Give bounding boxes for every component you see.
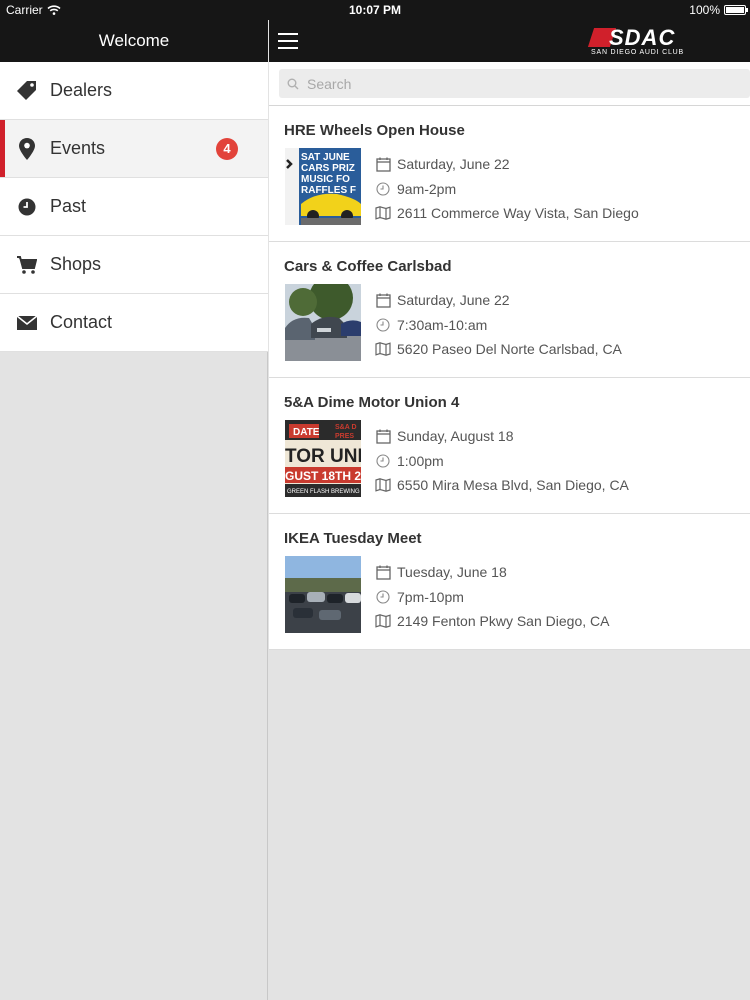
event-date-text: Saturday, June 22 [397, 292, 510, 309]
calendar-icon [375, 564, 391, 580]
event-title: 5&A Dime Motor Union 4 [284, 394, 460, 411]
map-pin-icon [16, 137, 38, 160]
calendar-icon [375, 428, 391, 444]
event-title: Cars & Coffee Carlsbad [284, 258, 452, 275]
logo-text: SDAC [609, 25, 676, 50]
event-time: 9am-2pm [375, 177, 639, 202]
map-icon [375, 205, 391, 221]
event-row[interactable]: Cars & Coffee Carlsbad Saturday, June 22… [269, 242, 750, 378]
cart-icon [16, 254, 38, 276]
sidebar-item-events[interactable]: Events 4 [0, 120, 268, 178]
events-list: HRE Wheels Open House SAT JUNE CARS PRIZ… [269, 106, 750, 650]
event-row[interactable]: HRE Wheels Open House SAT JUNE CARS PRIZ… [269, 106, 750, 242]
event-date-text: Saturday, June 22 [397, 156, 510, 173]
sidebar-item-label: Events [50, 138, 106, 158]
menu-icon[interactable] [278, 33, 298, 49]
calendar-icon [375, 292, 391, 308]
event-row[interactable]: IKEA Tuesday Meet Tuesday, June 18 7pm-1… [269, 514, 750, 650]
event-date: Saturday, June 22 [375, 288, 622, 313]
thumb-text: DATE [293, 427, 320, 438]
sdac-logo: SDAC SAN DIEGO AUDI CLUB [587, 25, 699, 59]
event-location: 2149 Fenton Pkwy San Diego, CA [375, 609, 609, 634]
sidebar-title: Welcome [0, 20, 268, 62]
event-details: Saturday, June 22 7:30am-10:am 5620 Pase… [375, 288, 622, 362]
event-time: 7pm-10pm [375, 585, 609, 610]
thumb-text: GUST 18TH 2 [285, 469, 361, 483]
event-location: 6550 Mira Mesa Blvd, San Diego, CA [375, 473, 629, 498]
event-date-text: Sunday, August 18 [397, 428, 514, 445]
event-time-text: 7:30am-10:am [397, 316, 488, 333]
battery-label: 100% [689, 3, 720, 17]
clock-icon [375, 317, 391, 333]
sidebar-item-label: Past [50, 196, 87, 216]
event-location: 2611 Commerce Way Vista, San Diego [375, 201, 639, 226]
event-title: IKEA Tuesday Meet [284, 530, 422, 547]
event-thumbnail [285, 284, 361, 361]
clock-icon [375, 181, 391, 197]
event-time: 1:00pm [375, 449, 629, 474]
clock-icon [375, 453, 391, 469]
thumb-text: TOR UNIO [285, 446, 361, 467]
status-time: 10:07 PM [348, 3, 402, 17]
logo-subtitle: SAN DIEGO AUDI CLUB [591, 49, 684, 56]
event-location-text: 5620 Paseo Del Norte Carlsbad, CA [397, 341, 622, 358]
event-thumbnail: SAT JUNE CARS PRIZ MUSIC FO RAFFLES F [285, 148, 361, 225]
event-time-text: 9am-2pm [397, 180, 457, 197]
sidebar-menu: Dealers Events 4 Past Shops Contact [0, 62, 268, 352]
sidebar-item-label: Contact [50, 312, 113, 332]
event-location-text: 2149 Fenton Pkwy San Diego, CA [397, 613, 610, 630]
status-bar: Carrier 10:07 PM 100% [0, 0, 750, 20]
search-input[interactable] [307, 75, 687, 92]
event-details: Saturday, June 22 9am-2pm 2611 Commerce … [375, 152, 639, 226]
tag-icon [16, 80, 38, 102]
event-time-text: 1:00pm [397, 452, 444, 469]
thumb-text: SAT JUNE [301, 152, 350, 163]
sidebar: Welcome Dealers Events 4 Past Shops Cont… [0, 0, 268, 1000]
thumb-text: GREEN FLASH BREWING [287, 489, 360, 495]
event-details: Tuesday, June 18 7pm-10pm 2149 Fenton Pk… [375, 560, 609, 634]
sidebar-item-past[interactable]: Past [0, 178, 268, 236]
events-count-badge: 4 [216, 138, 238, 160]
calendar-icon [375, 156, 391, 172]
event-date: Sunday, August 18 [375, 424, 629, 449]
envelope-icon [16, 312, 38, 334]
map-icon [375, 477, 391, 493]
map-icon [375, 341, 391, 357]
event-thumbnail [285, 556, 361, 633]
map-icon [375, 613, 391, 629]
thumb-text: PRES [335, 433, 354, 440]
sidebar-item-label: Shops [50, 254, 102, 274]
sidebar-item-shops[interactable]: Shops [0, 236, 268, 294]
event-title: HRE Wheels Open House [284, 122, 465, 139]
event-location-text: 6550 Mira Mesa Blvd, San Diego, CA [397, 477, 629, 494]
event-date: Saturday, June 22 [375, 152, 639, 177]
search-icon [287, 78, 299, 89]
sidebar-item-contact[interactable]: Contact [0, 294, 268, 352]
event-time: 7:30am-10:am [375, 313, 622, 338]
event-date: Tuesday, June 18 [375, 560, 609, 585]
event-location-text: 2611 Commerce Way Vista, San Diego [397, 205, 639, 222]
search-bar [269, 62, 750, 106]
clock-icon [375, 589, 391, 605]
sidebar-item-dealers[interactable]: Dealers [0, 62, 268, 120]
event-location: 5620 Paseo Del Norte Carlsbad, CA [375, 337, 622, 362]
battery-indicator: 100% [689, 3, 748, 17]
search-box[interactable] [279, 69, 750, 98]
thumb-text: CARS PRIZ [301, 163, 355, 174]
main-pane: SDAC SAN DIEGO AUDI CLUB HRE Wheels Open… [269, 0, 750, 1000]
event-date-text: Tuesday, June 18 [397, 564, 507, 581]
battery-icon [724, 5, 748, 15]
event-details: Sunday, August 18 1:00pm 6550 Mira Mesa … [375, 424, 629, 498]
top-bar: SDAC SAN DIEGO AUDI CLUB [269, 20, 750, 62]
event-thumbnail: DATE S&A D PRES TOR UNIO GUST 18TH 2 GRE… [285, 420, 361, 497]
sidebar-item-label: Dealers [50, 80, 113, 100]
event-time-text: 7pm-10pm [397, 588, 464, 605]
event-row[interactable]: 5&A Dime Motor Union 4 DATE S&A D PRES T… [269, 378, 750, 514]
clock-icon [16, 196, 38, 218]
thumb-text: S&A D [335, 424, 357, 431]
thumb-text: MUSIC FO [301, 174, 350, 185]
